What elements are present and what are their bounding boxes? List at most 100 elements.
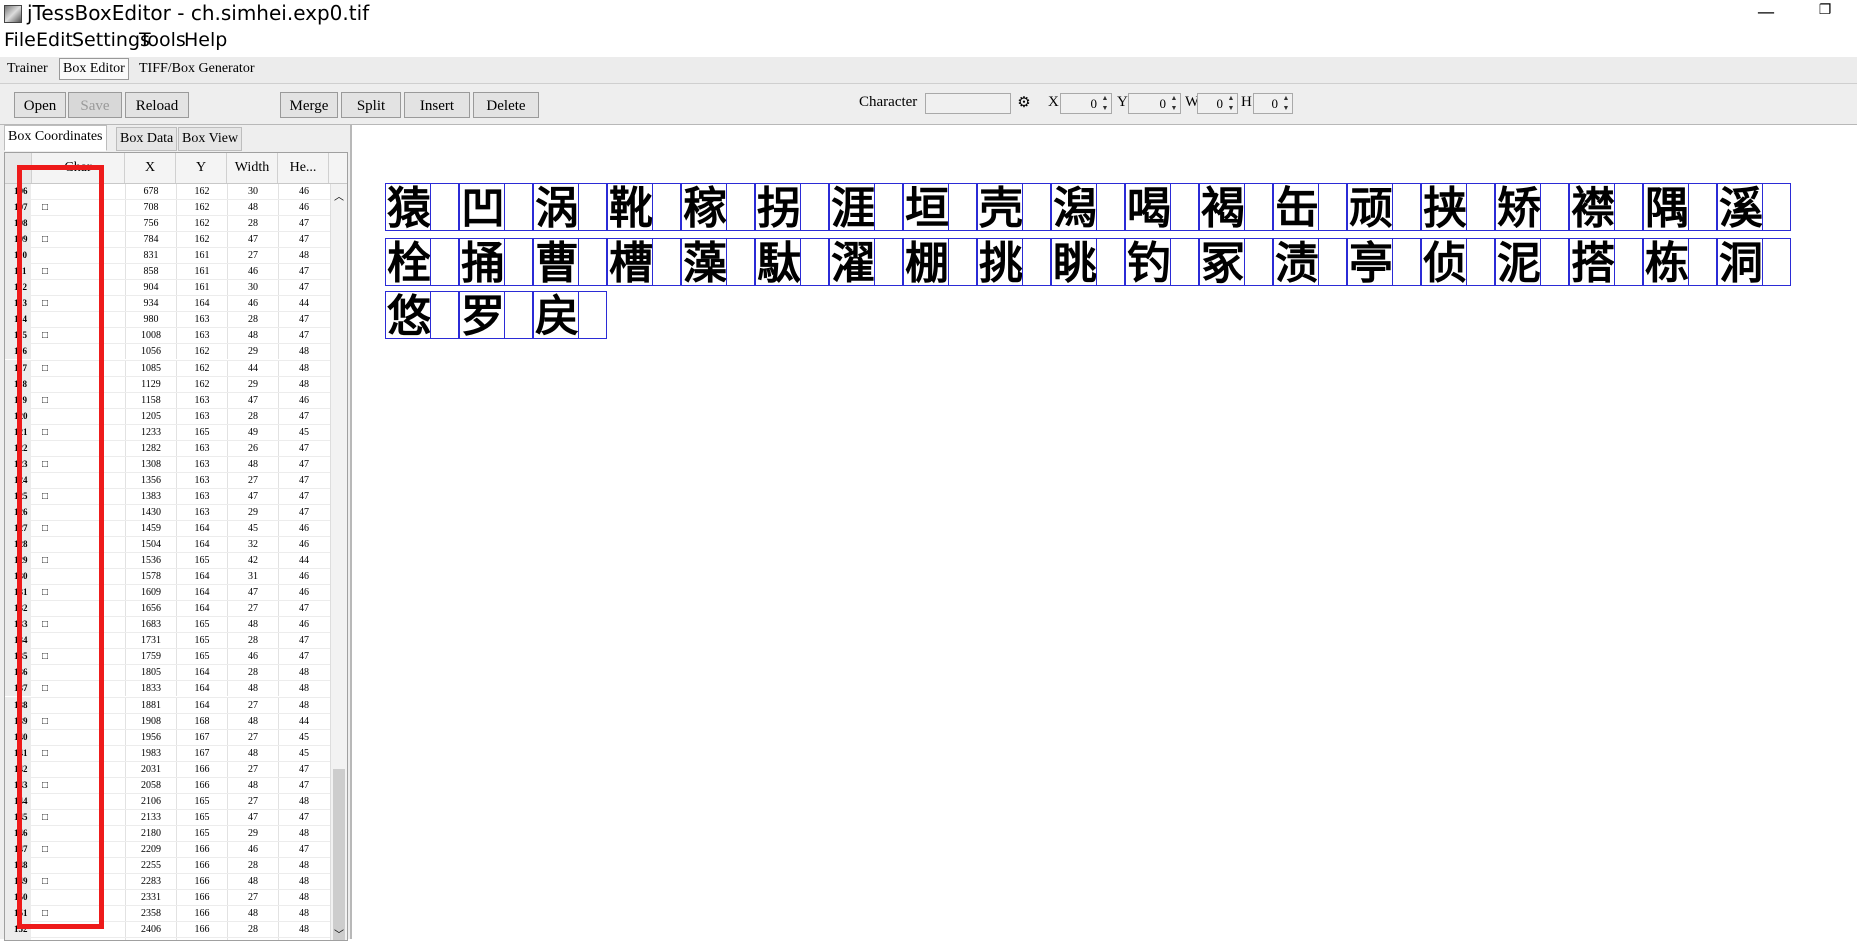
- glyph-box[interactable]: [681, 238, 727, 286]
- menu-help[interactable]: Help: [184, 29, 227, 51]
- glyph-box[interactable]: [1392, 183, 1421, 231]
- glyph-box[interactable]: [1717, 183, 1763, 231]
- glyph-box[interactable]: [1199, 238, 1245, 286]
- glyph-box[interactable]: [1022, 183, 1051, 231]
- subtab-box-view[interactable]: Box View: [178, 127, 243, 151]
- glyph-box[interactable]: [977, 183, 1023, 231]
- glyph-box[interactable]: [1051, 183, 1097, 231]
- split-button[interactable]: Split: [341, 92, 401, 118]
- glyph-box[interactable]: [1096, 238, 1125, 286]
- glyph-box[interactable]: [1392, 238, 1421, 286]
- glyph-box[interactable]: [829, 238, 875, 286]
- glyph-box[interactable]: [800, 183, 829, 231]
- glyph-box[interactable]: [1688, 238, 1717, 286]
- spin-down-icon[interactable]: ▼: [1281, 104, 1291, 113]
- glyph-box[interactable]: [430, 291, 459, 339]
- glyph-box[interactable]: [504, 291, 533, 339]
- spin-up-icon[interactable]: ▲: [1281, 94, 1291, 103]
- glyph-box[interactable]: [829, 183, 875, 231]
- col-x[interactable]: X: [125, 153, 176, 183]
- glyph-box[interactable]: [533, 183, 579, 231]
- spin-down-icon[interactable]: ▼: [1169, 104, 1179, 113]
- glyph-box[interactable]: [607, 183, 653, 231]
- glyph-box[interactable]: [607, 238, 653, 286]
- spin-down-icon[interactable]: ▼: [1226, 104, 1236, 113]
- glyph-box[interactable]: [578, 183, 607, 231]
- glyph-box[interactable]: [1614, 183, 1643, 231]
- glyph-box[interactable]: [755, 238, 801, 286]
- glyph-box[interactable]: [1051, 238, 1097, 286]
- tab-tiff-box-generator[interactable]: TIFF/Box Generator: [136, 59, 257, 79]
- subtab-box-coordinates[interactable]: Box Coordinates: [4, 125, 107, 151]
- tab-box-editor[interactable]: Box Editor: [59, 58, 129, 80]
- glyph-box[interactable]: [1540, 183, 1569, 231]
- glyph-box[interactable]: [578, 291, 607, 339]
- glyph-box[interactable]: [430, 238, 459, 286]
- glyph-box[interactable]: [1495, 238, 1541, 286]
- w-spinner[interactable]: 0 ▲ ▼: [1197, 93, 1238, 114]
- glyph-box[interactable]: [1170, 238, 1199, 286]
- glyph-box[interactable]: [430, 183, 459, 231]
- glyph-box[interactable]: [1466, 238, 1495, 286]
- save-button[interactable]: Save: [68, 92, 122, 118]
- glyph-box[interactable]: [1273, 183, 1319, 231]
- glyph-box[interactable]: [1318, 238, 1347, 286]
- glyph-box[interactable]: [1762, 238, 1791, 286]
- glyph-box[interactable]: [1466, 183, 1495, 231]
- glyph-box[interactable]: [1096, 183, 1125, 231]
- glyph-box[interactable]: [874, 238, 903, 286]
- y-spinner[interactable]: 0 ▲ ▼: [1128, 93, 1181, 114]
- glyph-box[interactable]: [874, 183, 903, 231]
- table-scrollbar[interactable]: ︿ ﹀: [330, 184, 347, 940]
- tab-trainer[interactable]: Trainer: [4, 59, 51, 79]
- glyph-box[interactable]: [1495, 183, 1541, 231]
- glyph-box[interactable]: [1643, 238, 1689, 286]
- delete-button[interactable]: Delete: [473, 92, 539, 118]
- glyph-box[interactable]: [459, 238, 505, 286]
- glyph-box[interactable]: [533, 291, 579, 339]
- glyph-box[interactable]: [1244, 183, 1273, 231]
- glyph-box[interactable]: [800, 238, 829, 286]
- menu-edit[interactable]: Edit: [36, 29, 73, 51]
- merge-button[interactable]: Merge: [280, 92, 338, 118]
- glyph-box[interactable]: [755, 183, 801, 231]
- glyph-box[interactable]: [1717, 238, 1763, 286]
- spin-up-icon[interactable]: ▲: [1100, 94, 1110, 103]
- glyph-box[interactable]: [385, 183, 431, 231]
- glyph-box[interactable]: [1170, 183, 1199, 231]
- glyph-box[interactable]: [1688, 183, 1717, 231]
- glyph-box[interactable]: [948, 238, 977, 286]
- glyph-box[interactable]: [1540, 238, 1569, 286]
- glyph-box[interactable]: [1273, 238, 1319, 286]
- glyph-box[interactable]: [1022, 238, 1051, 286]
- glyph-box[interactable]: [459, 291, 505, 339]
- glyph-box[interactable]: [1199, 183, 1245, 231]
- glyph-box[interactable]: [1347, 238, 1393, 286]
- col-y[interactable]: Y: [176, 153, 227, 183]
- col-height[interactable]: He...: [278, 153, 329, 183]
- glyph-box[interactable]: [578, 238, 607, 286]
- glyph-box[interactable]: [385, 238, 431, 286]
- scroll-thumb[interactable]: [333, 769, 345, 940]
- glyph-box[interactable]: [1125, 183, 1171, 231]
- glyph-box[interactable]: [726, 238, 755, 286]
- glyph-box[interactable]: [1244, 238, 1273, 286]
- x-spinner[interactable]: 0 ▲ ▼: [1060, 93, 1112, 114]
- chevron-up-icon[interactable]: ︿: [333, 188, 345, 203]
- col-width[interactable]: Width: [227, 153, 278, 183]
- menu-tools[interactable]: Tools: [139, 29, 186, 51]
- subtab-box-data[interactable]: Box Data: [116, 127, 178, 151]
- glyph-box[interactable]: [948, 183, 977, 231]
- chevron-down-icon[interactable]: ﹀: [333, 926, 345, 940]
- glyph-box[interactable]: [1762, 183, 1791, 231]
- spin-up-icon[interactable]: ▲: [1169, 94, 1179, 103]
- character-field[interactable]: [925, 93, 1011, 114]
- glyph-box[interactable]: [1125, 238, 1171, 286]
- gear-icon[interactable]: ⚙: [1016, 94, 1032, 110]
- glyph-box[interactable]: [1614, 238, 1643, 286]
- glyph-box[interactable]: [652, 183, 681, 231]
- glyph-box[interactable]: [459, 183, 505, 231]
- glyph-box[interactable]: [533, 238, 579, 286]
- glyph-box[interactable]: [1569, 183, 1615, 231]
- open-button[interactable]: Open: [14, 92, 66, 118]
